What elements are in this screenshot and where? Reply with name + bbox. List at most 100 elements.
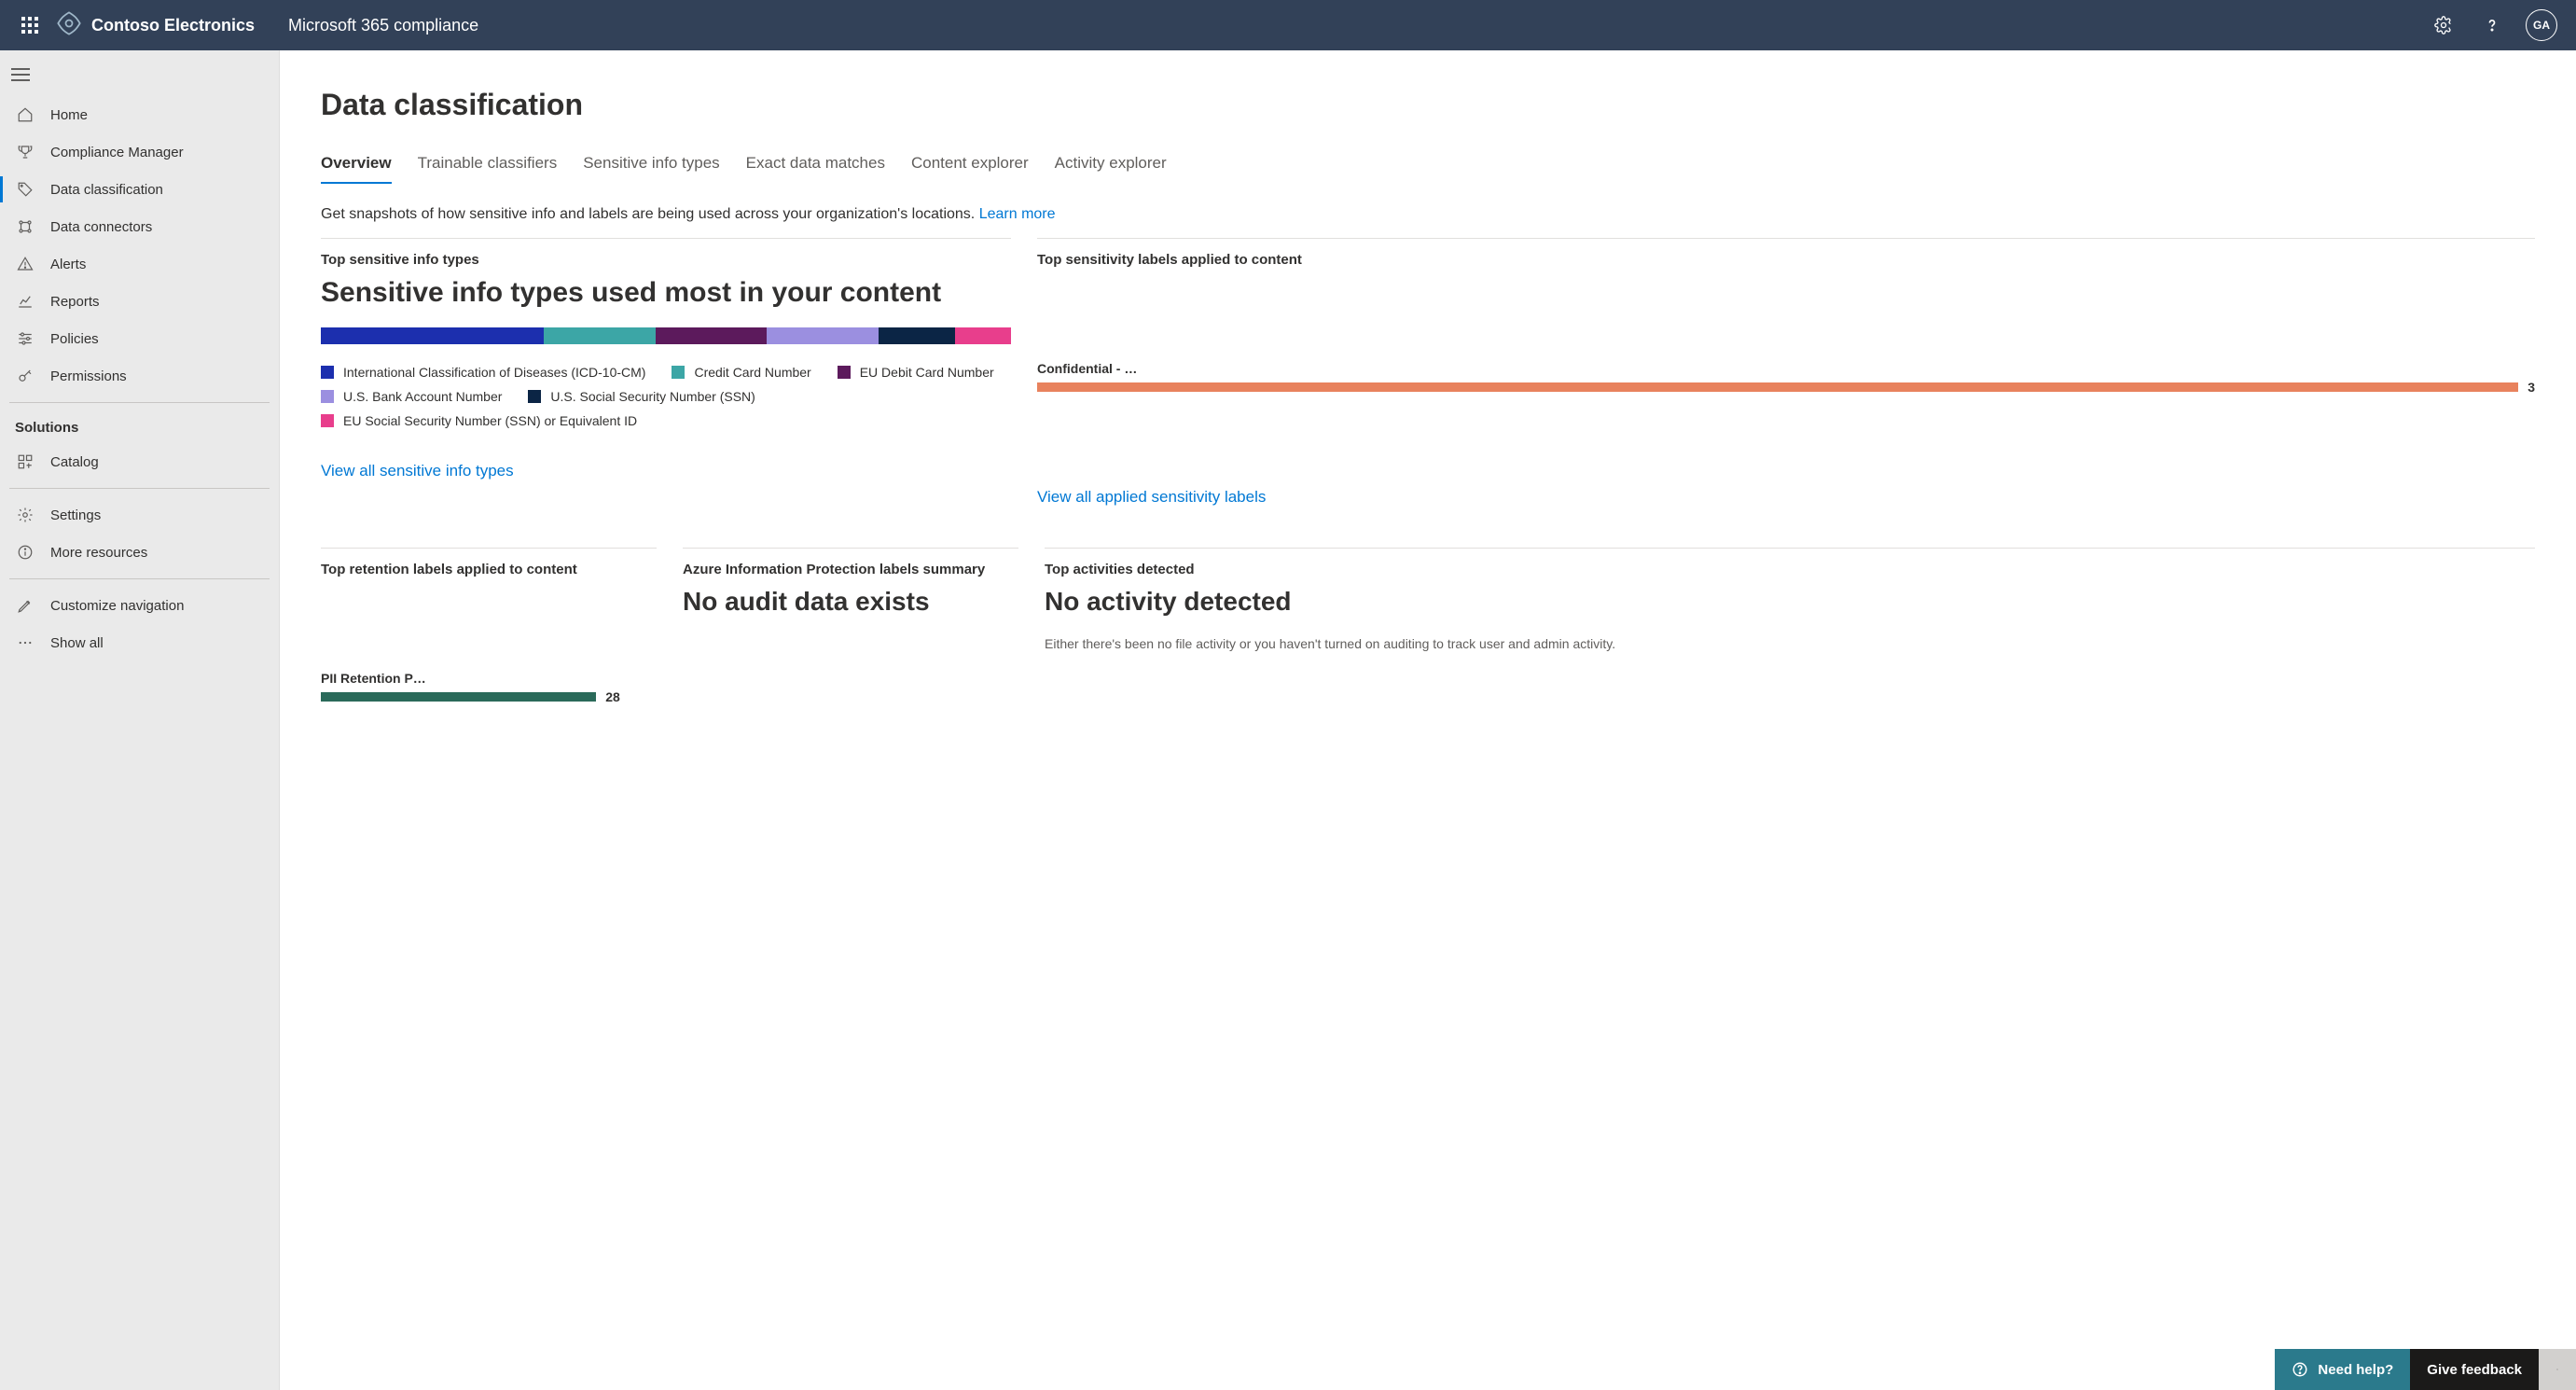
give-feedback-button[interactable]: Give feedback xyxy=(2410,1349,2539,1390)
info-icon xyxy=(15,544,35,561)
label-name: Confidential - … xyxy=(1037,361,2535,376)
sidebar-item-label: Permissions xyxy=(50,368,127,384)
sidebar-item-label: Policies xyxy=(50,331,99,347)
avatar[interactable]: GA xyxy=(2526,9,2557,41)
card-aip-labels-summary: Azure Information Protection labels summ… xyxy=(683,548,1018,704)
overview-subtext: Get snapshots of how sensitive info and … xyxy=(321,206,2535,223)
tab-overview[interactable]: Overview xyxy=(321,148,392,184)
sidebar-item-data-classification[interactable]: Data classification xyxy=(0,171,279,208)
label-name: PII Retention P… xyxy=(321,671,657,686)
waffle-icon xyxy=(21,17,38,34)
card-heading: No activity detected xyxy=(1045,587,2535,617)
app-title: Microsoft 365 compliance xyxy=(288,16,478,35)
legend-label: International Classification of Diseases… xyxy=(343,365,645,380)
key-icon xyxy=(15,368,35,384)
bar-segment xyxy=(955,327,1011,344)
chart-legend: International Classification of Diseases… xyxy=(321,365,1011,428)
stacked-bar-chart xyxy=(321,327,1011,344)
brand-name: Contoso Electronics xyxy=(91,16,255,35)
card-title: Top activities detected xyxy=(1045,562,2535,577)
sidebar-item-label: More resources xyxy=(50,545,147,561)
sidebar-item-label: Home xyxy=(50,107,88,123)
pencil-icon xyxy=(15,597,35,614)
sidebar-item-show-all[interactable]: Show all xyxy=(0,624,279,661)
chevron-down-icon xyxy=(2555,1363,2559,1376)
card-heading: No audit data exists xyxy=(683,587,1018,617)
legend-label: U.S. Social Security Number (SSN) xyxy=(550,389,755,404)
legend-label: Credit Card Number xyxy=(694,365,810,380)
legend-label: U.S. Bank Account Number xyxy=(343,389,502,404)
tab-activity-explorer[interactable]: Activity explorer xyxy=(1055,148,1167,184)
sidebar-item-label: Data classification xyxy=(50,182,163,198)
sidebar-item-home[interactable]: Home xyxy=(0,96,279,133)
legend-item: EU Social Security Number (SSN) or Equiv… xyxy=(321,413,637,428)
sidebar-item-label: Reports xyxy=(50,294,100,310)
trophy-icon xyxy=(15,144,35,160)
card-title: Top retention labels applied to content xyxy=(321,562,657,577)
sidebar-item-label: Show all xyxy=(50,635,104,651)
sidebar-item-permissions[interactable]: Permissions xyxy=(0,357,279,395)
home-icon xyxy=(15,106,35,123)
legend-item: U.S. Social Security Number (SSN) xyxy=(528,389,755,404)
settings-button[interactable] xyxy=(2429,10,2458,40)
tabs: Overview Trainable classifiers Sensitive… xyxy=(321,148,2535,184)
sidebar-item-label: Settings xyxy=(50,507,101,523)
gear-icon xyxy=(2434,16,2453,35)
legend-item: Credit Card Number xyxy=(672,365,810,380)
sidebar: Home Compliance Manager Data classificat… xyxy=(0,50,280,1390)
sidebar-item-label: Compliance Manager xyxy=(50,145,184,160)
legend-label: EU Debit Card Number xyxy=(860,365,994,380)
sidebar-section-solutions: Solutions xyxy=(0,410,279,443)
swatch-icon xyxy=(321,390,334,403)
sidebar-item-more-resources[interactable]: More resources xyxy=(0,534,279,571)
connector-icon xyxy=(15,218,35,235)
collapse-nav-button[interactable] xyxy=(0,62,279,96)
legend-item: International Classification of Diseases… xyxy=(321,365,645,380)
card-heading: Sensitive info types used most in your c… xyxy=(321,277,1011,309)
app-launcher-button[interactable] xyxy=(7,3,52,48)
sliders-icon xyxy=(15,330,35,347)
sidebar-item-data-connectors[interactable]: Data connectors xyxy=(0,208,279,245)
collapse-actions-button[interactable] xyxy=(2539,1349,2576,1390)
sidebar-item-customize-navigation[interactable]: Customize navigation xyxy=(0,587,279,624)
question-circle-icon xyxy=(2292,1361,2308,1378)
view-all-sensitive-info-types-link[interactable]: View all sensitive info types xyxy=(321,462,1011,480)
help-button[interactable] xyxy=(2477,10,2507,40)
tab-content-explorer[interactable]: Content explorer xyxy=(911,148,1029,184)
swatch-icon xyxy=(321,414,334,427)
legend-item: EU Debit Card Number xyxy=(838,365,994,380)
tag-icon xyxy=(15,181,35,198)
catalog-icon xyxy=(15,453,35,470)
gear-icon xyxy=(15,507,35,523)
divider xyxy=(9,402,270,403)
label-bar xyxy=(1037,382,2518,392)
sidebar-item-label: Customize navigation xyxy=(50,598,184,614)
card-top-sensitivity-labels: Top sensitivity labels applied to conten… xyxy=(1037,238,2535,507)
label-bar xyxy=(321,692,596,702)
sidebar-item-settings[interactable]: Settings xyxy=(0,496,279,534)
sidebar-item-reports[interactable]: Reports xyxy=(0,283,279,320)
bar-segment xyxy=(767,327,879,344)
card-subtext: Either there's been no file activity or … xyxy=(1045,635,2535,654)
card-title: Azure Information Protection labels summ… xyxy=(683,562,1018,577)
divider xyxy=(9,578,270,579)
reports-icon xyxy=(15,293,35,310)
page-title: Data classification xyxy=(321,88,2535,122)
label-count: 28 xyxy=(605,689,620,704)
tab-trainable-classifiers[interactable]: Trainable classifiers xyxy=(418,148,558,184)
sidebar-item-catalog[interactable]: Catalog xyxy=(0,443,279,480)
card-top-retention-labels: Top retention labels applied to content … xyxy=(321,548,657,704)
question-icon xyxy=(2483,16,2501,35)
view-all-applied-sensitivity-labels-link[interactable]: View all applied sensitivity labels xyxy=(1037,488,2535,507)
bottom-actions: Need help? Give feedback xyxy=(2275,1349,2576,1390)
divider xyxy=(9,488,270,489)
sidebar-item-compliance-manager[interactable]: Compliance Manager xyxy=(0,133,279,171)
tab-exact-data-matches[interactable]: Exact data matches xyxy=(746,148,885,184)
learn-more-link[interactable]: Learn more xyxy=(979,206,1056,222)
tab-sensitive-info-types[interactable]: Sensitive info types xyxy=(583,148,719,184)
brand-logo-icon xyxy=(56,10,82,41)
sidebar-item-label: Alerts xyxy=(50,257,86,272)
need-help-button[interactable]: Need help? xyxy=(2275,1349,2410,1390)
sidebar-item-policies[interactable]: Policies xyxy=(0,320,279,357)
sidebar-item-alerts[interactable]: Alerts xyxy=(0,245,279,283)
